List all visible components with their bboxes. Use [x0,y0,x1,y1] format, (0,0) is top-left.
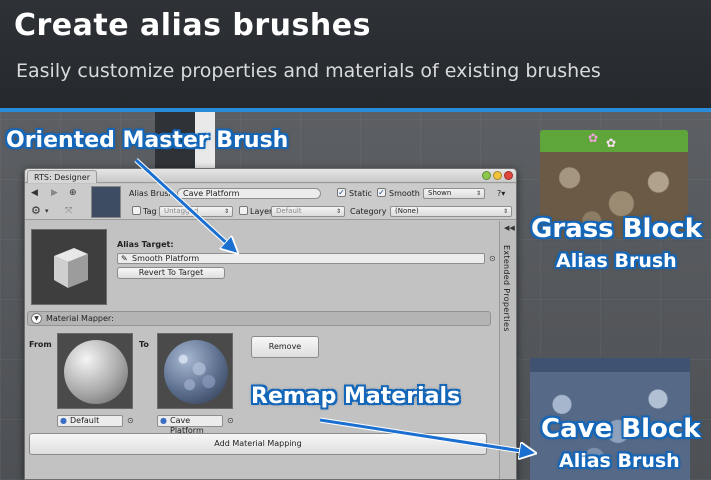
banner: Create alias brushes Easily customize pr… [0,0,711,110]
extended-properties-label: Extended Properties [502,245,511,332]
callout-remap-materials: Remap Materials [251,384,461,409]
material-mapper-label: Material Mapper: [46,314,114,323]
category-dropdown[interactable]: (None) ⇕ [390,206,512,217]
master-brush-preview [31,229,107,305]
cube-preview-icon [54,248,88,288]
gear-icon[interactable]: ⚙ [31,205,41,217]
locate-icon[interactable]: ⊕ [69,187,77,199]
window-titlebar: RTS: Designer [25,169,516,183]
help-button[interactable]: ?▾ [497,188,505,199]
from-picker-icon[interactable]: ⊙ [127,416,134,425]
dropdown-arrow-icon: ⇕ [223,208,229,215]
from-label: From [29,340,52,349]
visibility-value: Shown [428,189,452,197]
callout-cave-block: Cave Block [541,414,701,444]
tag-label: Tag [143,207,157,216]
material-mapper-header[interactable]: ▼ Material Mapper: [27,311,491,326]
static-checkbox[interactable]: ✓ [337,188,346,197]
smooth-label: Smooth [389,189,420,198]
dropdown-arrow-icon: ⇕ [335,208,341,215]
collapse-icon[interactable]: ▼ [31,313,42,324]
category-value: (None) [395,207,419,215]
tag-checkbox[interactable] [132,206,141,215]
callout-grass-block: Grass Block [531,214,703,244]
to-picker-icon[interactable]: ⊙ [227,416,234,425]
forward-icon[interactable]: ▶ [51,187,58,199]
banner-subtitle: Easily customize properties and material… [16,60,601,82]
default-sphere [64,340,128,404]
rts-designer-window: RTS: Designer ◀ ▶ ⊕ ⚙ ▾ ⤧ Alias Brush Ca… [24,168,517,480]
close-button[interactable] [504,171,513,180]
chevron-down-icon[interactable]: ▾ [45,205,49,217]
alias-brush-label: Alias Brush [129,189,174,198]
minimize-button[interactable] [493,171,502,180]
tag-value: Untagged [164,207,199,215]
banner-title: Create alias brushes [14,8,371,43]
visibility-dropdown[interactable]: Shown ⇕ [423,188,485,199]
alias-brush-field[interactable]: Cave Platform [177,188,321,199]
to-material-preview [157,333,233,409]
back-icon[interactable]: ◀ [31,187,38,199]
remove-button[interactable]: Remove [251,336,319,358]
object-thumbnail [91,186,121,218]
smooth-checkbox[interactable]: ✓ [377,188,386,197]
layer-dropdown[interactable]: Default ⇕ [271,206,345,217]
revert-to-target-button[interactable]: Revert To Target [117,267,225,279]
static-label: Static [349,189,372,198]
dropdown-arrow-icon: ⇕ [502,208,508,215]
layer-label: Layer [250,207,273,216]
cave-platform-sphere [164,340,228,404]
tab-rts-designer[interactable]: RTS: Designer [27,170,98,183]
layer-checkbox[interactable] [239,206,248,215]
from-material-field[interactable]: ● Default [57,415,123,427]
maximize-button[interactable] [482,171,491,180]
material-icon: ● [60,416,67,425]
callout-grass-alias-brush: Alias Brush [556,250,677,272]
toolbar: ◀ ▶ ⊕ ⚙ ▾ ⤧ Alias Brush Cave Platform ✓ … [25,184,516,220]
extended-properties-panel[interactable]: ◀◀ Extended Properties [499,221,516,479]
tag-dropdown[interactable]: Untagged ⇕ [159,206,233,217]
to-label: To [139,340,149,349]
dropdown-arrow-icon: ⇕ [475,190,481,197]
callout-oriented-master-brush: Oriented Master Brush [6,128,289,153]
alias-target-field[interactable]: ✎ Smooth Platform [117,253,485,264]
from-material-value: Default [70,416,100,425]
callout-cave-alias-brush: Alias Brush [559,450,680,472]
from-material-preview [57,333,133,409]
alias-target-label: Alias Target: [117,240,174,249]
add-material-mapping-button[interactable]: Add Material Mapping [29,433,487,455]
brush-icon: ✎ [121,254,128,263]
target-picker-icon[interactable]: ⊙ [489,254,496,263]
flower-icon: ✿ [606,136,617,150]
category-label: Category [350,207,387,216]
flower-icon: ✿ [588,131,599,145]
move-icon[interactable]: ⤧ [65,205,72,217]
material-icon: ● [160,416,167,425]
expand-icon[interactable]: ◀◀ [504,224,515,232]
alias-target-value: Smooth Platform [132,254,200,263]
inspector-panel: Alias Target: ✎ Smooth Platform ⊙ Revert… [25,221,499,479]
layer-value: Default [276,207,302,215]
to-material-field[interactable]: ● Cave Platform [157,415,223,435]
